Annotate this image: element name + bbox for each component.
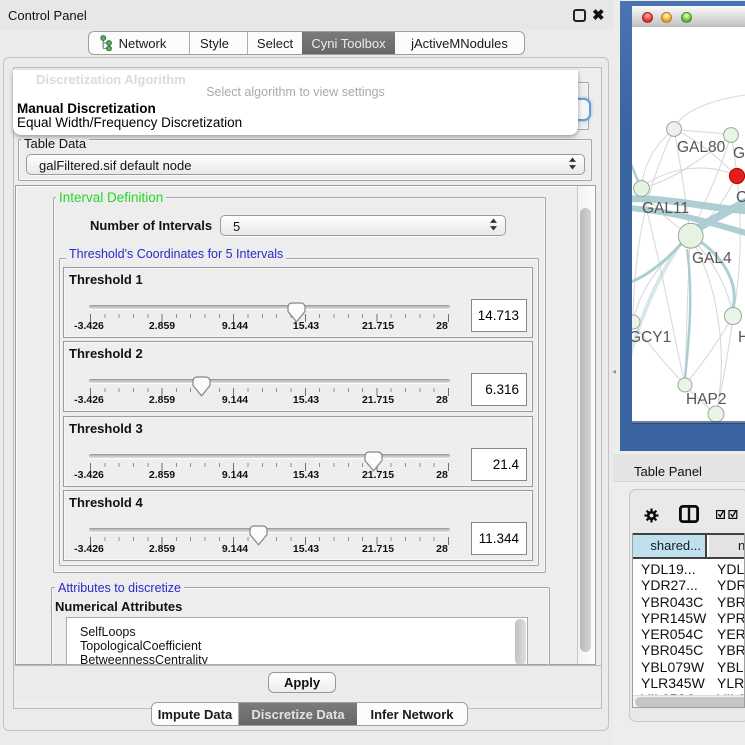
svg-text:GAL80: GAL80 (677, 139, 726, 156)
svg-text:HAP2: HAP2 (686, 391, 727, 408)
svg-text:GAL11: GAL11 (642, 200, 689, 217)
svg-text:G.: G. (733, 145, 745, 162)
svg-text:GAL4: GAL4 (692, 250, 732, 267)
svg-text:H: H (738, 329, 745, 346)
svg-text:GCY1: GCY1 (632, 329, 671, 346)
svg-text:C: C (736, 189, 745, 206)
